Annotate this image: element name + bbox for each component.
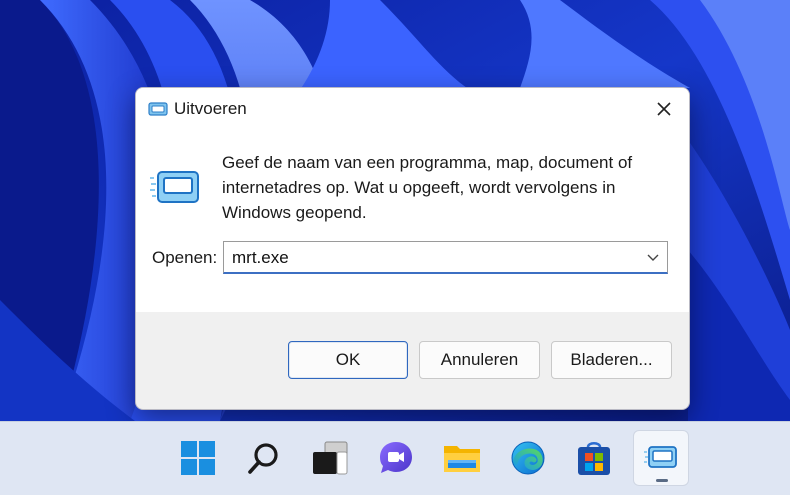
run-icon (148, 102, 168, 116)
open-input[interactable]: mrt.exe (232, 248, 289, 268)
chat-icon (380, 442, 412, 473)
chevron-down-icon[interactable] (647, 252, 659, 262)
taskbar-chat-button[interactable] (368, 430, 424, 486)
taskbar-file-explorer-button[interactable] (434, 430, 490, 486)
taskbar (0, 421, 790, 495)
title-bar[interactable]: Uitvoeren (136, 88, 689, 130)
taskbar-start-button[interactable] (170, 430, 226, 486)
search-icon (248, 443, 278, 474)
windows-start-icon (181, 441, 215, 475)
run-dialog: Uitvoeren Geef de naam van een programma… (135, 87, 690, 410)
run-icon (150, 171, 199, 203)
taskbar-store-button[interactable] (566, 430, 622, 486)
taskbar-search-button[interactable] (236, 430, 292, 486)
file-explorer-icon (444, 446, 480, 472)
close-icon (657, 102, 671, 116)
cancel-button[interactable]: Annuleren (419, 341, 540, 379)
store-icon (578, 442, 610, 475)
close-button[interactable] (639, 88, 689, 130)
open-combobox[interactable]: mrt.exe (223, 241, 668, 274)
browse-button[interactable]: Bladeren... (551, 341, 672, 379)
edge-icon (511, 441, 545, 475)
taskbar-run-button[interactable] (633, 430, 689, 486)
dialog-description: Geef de naam van een programma, map, doc… (222, 153, 633, 222)
task-view-icon (313, 441, 348, 475)
taskbar-taskview-button[interactable] (302, 430, 358, 486)
open-label: Openen: (152, 248, 218, 267)
ok-button[interactable]: OK (288, 341, 408, 379)
active-app-indicator (656, 479, 668, 482)
dialog-content: Geef de naam van een programma, map, doc… (136, 130, 689, 312)
taskbar-edge-button[interactable] (500, 430, 556, 486)
window-title: Uitvoeren (174, 99, 247, 118)
run-icon (644, 446, 677, 468)
